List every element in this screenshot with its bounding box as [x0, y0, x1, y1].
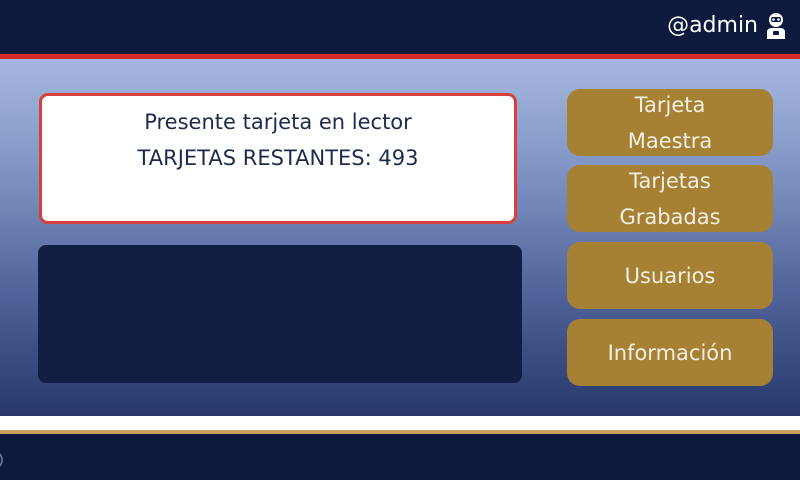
master-card-label-2: Maestra [627, 128, 713, 153]
information-button[interactable]: Información [567, 319, 773, 386]
recorded-cards-label-1: Tarjetas [629, 168, 711, 193]
bottom-bar [0, 434, 800, 480]
master-card-label-1: Tarjeta [634, 92, 706, 117]
app-screen: @admin Presente tarjeta en lector TARJET… [0, 0, 800, 480]
master-card-button[interactable]: Tarjeta Maestra [567, 89, 773, 156]
instruction-text: Presente tarjeta en lector [144, 110, 412, 134]
recorded-cards-button[interactable]: Tarjetas Grabadas [567, 165, 773, 232]
robot-user-icon [764, 12, 788, 40]
footer-logo-icon [0, 452, 4, 468]
footer-white-band [0, 416, 800, 430]
users-button[interactable]: Usuarios [567, 242, 773, 309]
recorded-cards-label-2: Grabadas [619, 204, 721, 229]
top-bar: @admin [0, 0, 800, 54]
card-reader-message: Presente tarjeta en lector TARJETAS REST… [39, 93, 517, 224]
information-button-label: Información [607, 340, 733, 365]
user-info[interactable]: @admin [667, 11, 788, 41]
info-panel [38, 245, 522, 383]
remaining-cards-text: TARJETAS RESTANTES: 493 [137, 146, 419, 170]
main-area: Presente tarjeta en lector TARJETAS REST… [0, 59, 800, 416]
users-button-label: Usuarios [624, 263, 716, 288]
username-label: @admin [667, 13, 758, 38]
